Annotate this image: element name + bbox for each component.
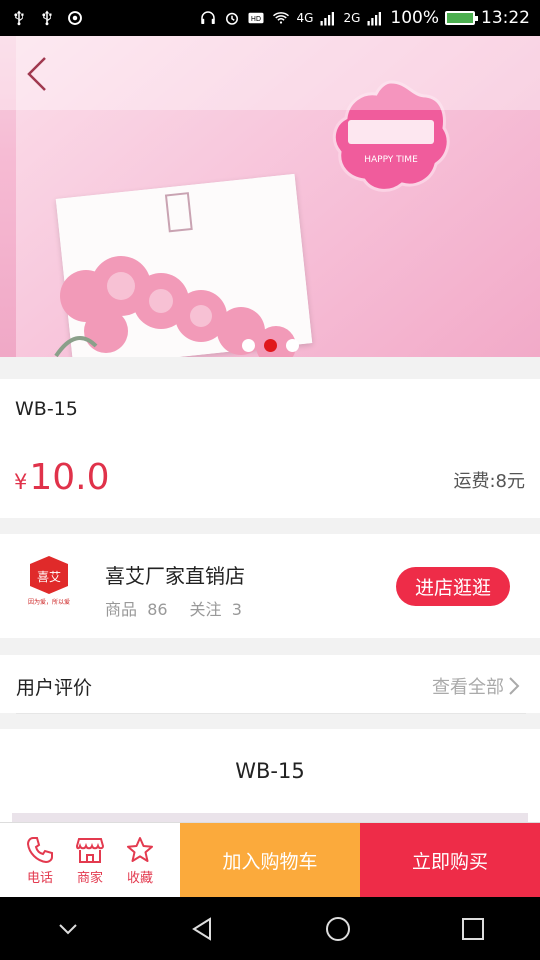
svg-text:HAPPY TIME: HAPPY TIME [364, 155, 418, 165]
product-price: ¥ 10.0 [14, 457, 110, 498]
divider [16, 713, 526, 714]
system-nav-bar [0, 897, 540, 960]
detail-title: WB-15 [235, 759, 305, 783]
detail-section: WB-15 [0, 729, 540, 822]
add-to-cart-button[interactable]: 加入购物车 [180, 823, 360, 898]
clock: 13:22 [481, 8, 530, 28]
product-info-section: WB-15 ¥ 10.0 运费:8元 [0, 379, 540, 518]
star-icon [127, 836, 153, 862]
usb-icon [14, 10, 24, 26]
detail-image [12, 813, 528, 822]
hero-top-overlay [0, 36, 540, 110]
phone-label: 电话 [26, 870, 53, 886]
carousel-indicator [0, 339, 540, 352]
status-right-icons: HD 4G 2G 100% 13:22 [199, 8, 530, 28]
favorite-label: 收藏 [126, 870, 153, 886]
reviews-section: 用户评价 查看全部 [0, 655, 540, 714]
chevron-right-icon [509, 677, 520, 695]
bottom-action-bar: 电话 商家 收藏 加入购物车 立即购买 [0, 822, 540, 898]
status-left-icons [10, 9, 84, 27]
goods-label: 商品 [105, 600, 138, 619]
sync-icon [68, 11, 82, 25]
back-triangle-icon[interactable] [188, 914, 218, 944]
carousel-dot[interactable] [285, 339, 299, 352]
product-name: WB-15 [15, 398, 78, 420]
buy-now-button[interactable]: 立即购买 [360, 823, 540, 898]
back-button[interactable] [20, 54, 54, 94]
follow-count: 3 [231, 600, 242, 619]
signal-icon [367, 12, 382, 26]
home-circle-icon[interactable] [323, 914, 353, 944]
battery-percent: 100% [390, 8, 439, 28]
svg-text:HD: HD [250, 15, 260, 23]
hd-icon: HD [248, 12, 264, 24]
phone-icon [26, 836, 53, 863]
currency-symbol: ¥ [14, 470, 28, 494]
product-image-carousel[interactable]: HAPPY TIME [0, 36, 540, 357]
wifi-icon [272, 12, 289, 24]
merchant-button[interactable]: 商家 [65, 823, 115, 897]
chevron-down-icon[interactable] [53, 914, 83, 944]
shop-icon [75, 837, 105, 863]
recents-square-icon[interactable] [458, 914, 488, 944]
store-logo-text: 喜艾 [37, 570, 61, 584]
headphone-icon [200, 11, 215, 24]
status-bar: HD 4G 2G 100% 13:22 [0, 0, 540, 36]
follow-label: 关注 [189, 600, 222, 619]
network-4g-label: 4G [296, 11, 314, 25]
signal-icon [320, 12, 335, 26]
phone-button[interactable]: 电话 [15, 823, 65, 897]
merchant-label: 商家 [76, 870, 103, 886]
store-logo[interactable]: 喜艾 因为爱，所以爱 [22, 554, 76, 610]
reviews-title: 用户评价 [16, 677, 93, 699]
price-value: 10.0 [29, 457, 110, 498]
view-all-label: 查看全部 [432, 677, 504, 698]
alarm-icon [225, 12, 238, 25]
favorite-button[interactable]: 收藏 [115, 823, 165, 897]
view-all-reviews-link[interactable]: 查看全部 [432, 673, 520, 699]
carousel-dot[interactable] [241, 339, 255, 352]
carousel-dot[interactable] [263, 339, 277, 352]
store-stats: 商品 86 关注 3 [105, 596, 242, 620]
chevron-left-icon [27, 57, 46, 91]
battery-icon [445, 11, 478, 25]
shipping-fee: 运费:8元 [453, 471, 525, 492]
goods-stat: 商品 86 [105, 596, 168, 620]
store-logo-slogan: 因为爱，所以爱 [28, 598, 70, 606]
follow-stat: 关注 3 [190, 596, 242, 620]
store-name: 喜艾厂家直销店 [105, 564, 245, 588]
enter-store-button[interactable]: 进店逛逛 [396, 567, 510, 606]
usb-icon [42, 10, 52, 26]
goods-count: 86 [147, 600, 168, 619]
network-2g-label: 2G [343, 11, 361, 25]
store-section: 喜艾 因为爱，所以爱 喜艾厂家直销店 商品 86 关注 3 进店逛逛 [0, 534, 540, 638]
